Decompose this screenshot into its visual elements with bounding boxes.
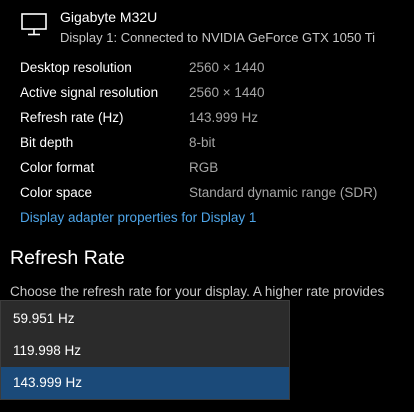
property-row-active-signal-resolution: Active signal resolution 2560 × 1440 xyxy=(20,82,410,107)
property-row-color-space: Color space Standard dynamic range (SDR) xyxy=(20,182,410,207)
display-settings-page: Gigabyte M32U Display 1: Connected to NV… xyxy=(0,0,414,412)
property-row-bit-depth: Bit depth 8-bit xyxy=(20,132,410,157)
property-value: RGB xyxy=(189,160,219,175)
refresh-rate-dropdown-list[interactable]: 59.951 Hz 119.998 Hz 143.999 Hz xyxy=(0,300,290,400)
property-label: Refresh rate (Hz) xyxy=(20,110,124,125)
property-label: Desktop resolution xyxy=(20,60,132,75)
property-label: Color space xyxy=(20,185,93,200)
property-value: Standard dynamic range (SDR) xyxy=(189,185,378,200)
monitor-name: Gigabyte M32U xyxy=(60,9,158,25)
property-label: Bit depth xyxy=(20,135,74,150)
display-adapter-properties-link[interactable]: Display adapter properties for Display 1 xyxy=(20,207,256,229)
property-label: Color format xyxy=(20,160,95,175)
refresh-rate-description: Choose the refresh rate for your display… xyxy=(10,284,385,299)
property-row-desktop-resolution: Desktop resolution 2560 × 1440 xyxy=(20,57,410,82)
display-properties-list: Desktop resolution 2560 × 1440 Active si… xyxy=(20,57,410,207)
property-label: Active signal resolution xyxy=(20,85,159,100)
property-row-color-format: Color format RGB xyxy=(20,157,410,182)
dropdown-option-59hz[interactable]: 59.951 Hz xyxy=(1,303,289,335)
monitor-connection-info: Display 1: Connected to NVIDIA GeForce G… xyxy=(60,30,376,45)
monitor-icon xyxy=(21,13,47,36)
dropdown-option-119hz[interactable]: 119.998 Hz xyxy=(1,335,289,367)
dropdown-option-143hz-selected[interactable]: 143.999 Hz xyxy=(1,367,289,399)
property-value: 2560 × 1440 xyxy=(189,85,265,100)
property-value: 2560 × 1440 xyxy=(189,60,265,75)
property-value: 143.999 Hz xyxy=(189,110,259,125)
property-row-refresh-rate: Refresh rate (Hz) 143.999 Hz xyxy=(20,107,410,132)
property-value: 8-bit xyxy=(189,135,216,150)
refresh-rate-heading: Refresh Rate xyxy=(10,247,125,269)
